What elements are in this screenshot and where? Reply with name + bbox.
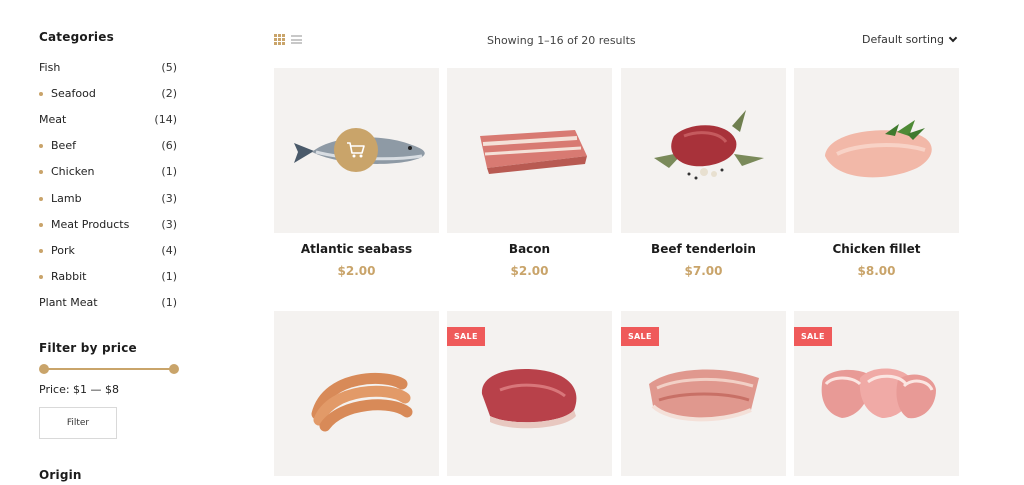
category-lamb[interactable]: Lamb (3)	[39, 190, 177, 206]
product-name[interactable]: Atlantic seabass	[274, 242, 439, 256]
chicken-image	[824, 119, 932, 177]
category-count: (6)	[161, 138, 177, 152]
category-count: (3)	[161, 191, 177, 205]
category-count: (1)	[161, 269, 177, 283]
product-image[interactable]	[447, 68, 612, 233]
category-chicken[interactable]: Chicken (1)	[39, 163, 177, 179]
results-count: Showing 1–16 of 20 results	[487, 34, 636, 47]
category-pork[interactable]: Pork (4)	[39, 242, 177, 258]
product-price: $8.00	[857, 264, 896, 278]
product-card: Beef tenderloin $7.00	[621, 68, 786, 278]
category-fish[interactable]: Fish (5)	[39, 59, 177, 75]
bacon-image	[479, 129, 587, 174]
product-image[interactable]: SALE	[794, 311, 959, 476]
product-image[interactable]: SALE	[621, 311, 786, 476]
category-label: Pork	[39, 244, 75, 257]
sale-badge: SALE	[447, 327, 485, 346]
product-image[interactable]	[794, 68, 959, 233]
sorting-dropdown[interactable]: Default sorting	[862, 33, 958, 46]
product-name[interactable]: Beef tenderloin	[621, 242, 786, 256]
category-count: (2)	[161, 86, 177, 100]
category-count: (5)	[161, 60, 177, 74]
sale-badge: SALE	[621, 327, 659, 346]
product-name[interactable]: Bacon	[447, 242, 612, 256]
product-price: $7.00	[684, 264, 723, 278]
chevron-down-icon	[948, 33, 958, 42]
product-card: SALE	[621, 311, 786, 476]
category-label: Seafood	[39, 87, 96, 100]
category-label: Plant Meat	[39, 295, 98, 309]
beef-image	[653, 109, 764, 179]
category-label: Meat	[39, 112, 67, 126]
product-price: $2.00	[337, 264, 376, 278]
category-count: (3)	[161, 217, 177, 231]
category-label: Beef	[39, 139, 76, 152]
product-image[interactable]	[621, 68, 786, 233]
price-slider-track[interactable]	[43, 368, 175, 370]
category-meat-products[interactable]: Meat Products (3)	[39, 216, 177, 232]
category-label: Rabbit	[39, 270, 86, 283]
product-card: Chicken fillet $8.00	[794, 68, 959, 278]
sorting-label: Default sorting	[862, 33, 944, 46]
view-toggle	[274, 34, 302, 45]
category-label: Fish	[39, 60, 61, 74]
product-card: Bacon $2.00	[447, 68, 612, 278]
price-range-label: Price: $1 — $8	[39, 383, 120, 396]
sausage-image	[311, 372, 412, 431]
origin-title: Origin	[39, 468, 82, 482]
category-plant-meat[interactable]: Plant Meat (1)	[39, 294, 177, 310]
cart-icon	[347, 142, 365, 158]
filter-button[interactable]: Filter	[39, 407, 117, 439]
list-view-icon[interactable]	[291, 34, 302, 45]
categories-title: Categories	[39, 30, 114, 44]
ham-image	[648, 368, 759, 421]
product-price: $2.00	[510, 264, 549, 278]
category-label: Meat Products	[39, 218, 129, 231]
pork-chops-image	[821, 367, 936, 418]
category-beef[interactable]: Beef (6)	[39, 137, 177, 153]
category-count: (14)	[154, 112, 177, 126]
category-count: (1)	[161, 295, 177, 309]
product-card: SALE	[794, 311, 959, 476]
category-label: Lamb	[39, 192, 82, 205]
category-meat[interactable]: Meat (14)	[39, 111, 177, 127]
product-name[interactable]: Chicken fillet	[794, 242, 959, 256]
sale-badge: SALE	[794, 327, 832, 346]
steak-image	[481, 368, 576, 428]
category-count: (1)	[161, 164, 177, 178]
category-seafood[interactable]: Seafood (2)	[39, 85, 177, 101]
add-to-cart-button[interactable]	[334, 128, 378, 172]
grid-view-icon[interactable]	[274, 34, 285, 45]
price-slider-min-handle[interactable]	[39, 364, 49, 374]
product-card	[274, 311, 439, 476]
product-card: SALE	[447, 311, 612, 476]
price-slider-max-handle[interactable]	[169, 364, 179, 374]
product-image[interactable]: SALE	[447, 311, 612, 476]
category-label: Chicken	[39, 165, 94, 178]
product-image[interactable]	[274, 311, 439, 476]
product-image[interactable]	[274, 68, 439, 233]
product-card: Atlantic seabass $2.00	[274, 68, 439, 278]
price-filter-title: Filter by price	[39, 341, 137, 355]
category-rabbit[interactable]: Rabbit (1)	[39, 268, 177, 284]
category-count: (4)	[161, 243, 177, 257]
